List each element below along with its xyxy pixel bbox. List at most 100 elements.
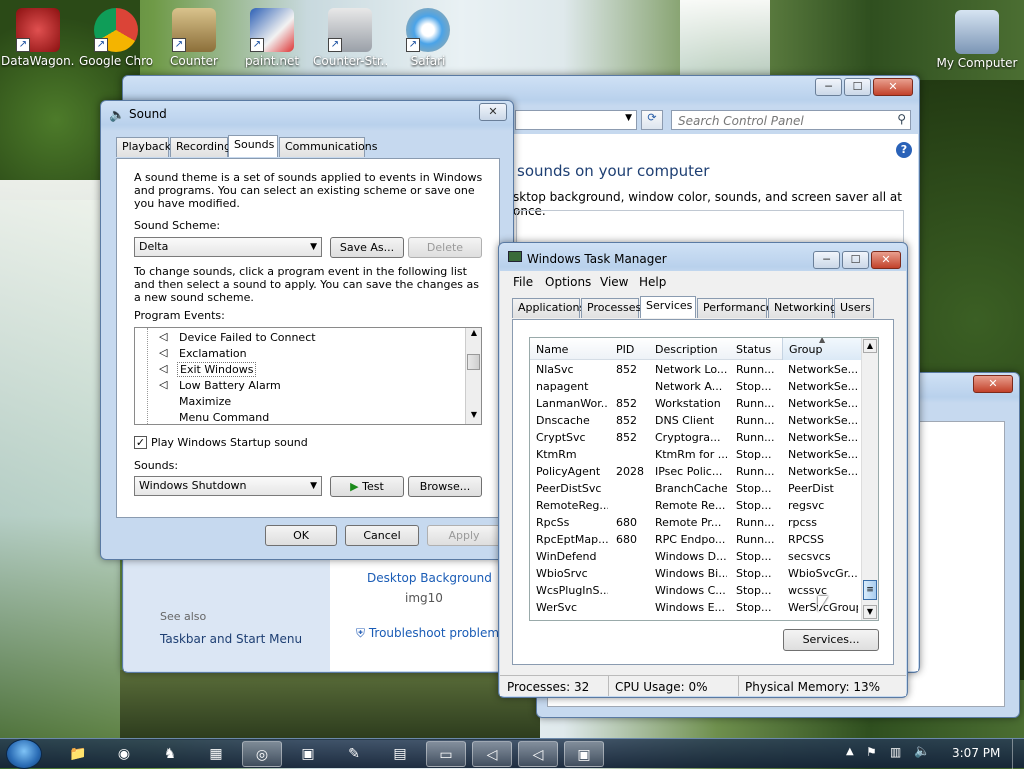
control-panel-close-icon[interactable]: ✕: [873, 78, 913, 96]
help-icon[interactable]: ?: [896, 142, 912, 158]
scroll-up-icon[interactable]: ▲: [466, 328, 481, 342]
task-manager-window[interactable]: Windows Task Manager ─ ☐ ✕ File Options …: [498, 242, 908, 698]
column-pid[interactable]: PID: [616, 343, 634, 356]
desktop-icon-paintnet[interactable]: ↗ paint.net: [235, 8, 309, 68]
desktop-icon-my-computer[interactable]: My Computer: [935, 10, 1019, 70]
column-name[interactable]: Name: [536, 343, 568, 356]
control-panel-maximize-icon[interactable]: ☐: [844, 78, 871, 96]
refresh-icon[interactable]: ⟳: [641, 110, 663, 130]
speaker-icon[interactable]: ◁: [518, 741, 558, 767]
scroll-up-icon[interactable]: ▲: [863, 339, 877, 353]
scroll-down-icon[interactable]: ▼: [466, 410, 481, 424]
counter-strike-icon[interactable]: ♞: [150, 741, 190, 767]
tab-processes[interactable]: Processes: [581, 298, 641, 318]
column-status[interactable]: Status: [736, 343, 771, 356]
menu-view[interactable]: View: [600, 275, 628, 289]
table-row[interactable]: napagent Network A... Stop... NetworkSe...: [530, 379, 860, 396]
table-row[interactable]: RemoteReg... Remote Re... Stop... regsvc: [530, 498, 860, 515]
desktop-icon-safari[interactable]: ↗ Safari: [391, 8, 465, 68]
task-manager-minimize-icon[interactable]: ─: [813, 251, 840, 269]
desktop-icon-counter-strike[interactable]: ↗ Counter-Str...: [313, 8, 387, 68]
services-scrollbar[interactable]: ▲ ≡ ▼: [861, 338, 878, 620]
menu-file[interactable]: File: [513, 275, 533, 289]
start-button[interactable]: [6, 739, 42, 769]
sound-dialog[interactable]: 🔈 Sound ✕ Playback Recording Sounds Comm…: [100, 100, 514, 560]
table-row[interactable]: CryptSvc 852 Cryptogra... Runn... NetworkSe.…: [530, 430, 860, 447]
show-desktop-button[interactable]: [1012, 739, 1024, 769]
table-row[interactable]: RpcEptMap... 680 RPC Endpo... Runn... RPCSS: [530, 532, 860, 549]
tab-services[interactable]: Services: [640, 296, 696, 318]
table-row[interactable]: WcsPlugInS... Windows C... Stop... wcssvc: [530, 583, 860, 600]
desktop-icon-datawagon[interactable]: ↗ DataWagon...: [1, 8, 75, 68]
show-hidden-icons-icon[interactable]: ▲: [846, 746, 854, 757]
services-button[interactable]: Services...: [783, 629, 879, 651]
table-row[interactable]: KtmRm KtmRm for ... Stop... NetworkSe...: [530, 447, 860, 464]
apply-button[interactable]: Apply: [427, 525, 501, 546]
action-center-icon[interactable]: ⚑: [866, 745, 877, 759]
menu-help[interactable]: Help: [639, 275, 666, 289]
scroll-thumb[interactable]: ≡: [863, 580, 877, 600]
table-row[interactable]: NlaSvc 852 Network Lo... Runn... NetworkSe..…: [530, 362, 860, 379]
address-dropdown-icon[interactable]: ▼: [625, 113, 632, 123]
tab-applications[interactable]: Applications: [512, 298, 585, 318]
sound-close-icon[interactable]: ✕: [479, 103, 507, 121]
desktop-icon-counter[interactable]: ↗ Counter: [157, 8, 231, 68]
list-item[interactable]: ◁ Exclamation: [143, 346, 463, 362]
table-row[interactable]: PeerDistSvc BranchCache Stop... PeerDist: [530, 481, 860, 498]
display-icon[interactable]: ▭: [426, 741, 466, 767]
list-item-selected[interactable]: ◁ Exit Windows: [143, 362, 463, 378]
search-input[interactable]: Search Control Panel ⚲: [671, 110, 911, 130]
explorer-icon[interactable]: 📁: [58, 741, 98, 767]
scroll-thumb[interactable]: [467, 354, 480, 370]
table-row[interactable]: WinDefend Windows D... Stop... secsvcs: [530, 549, 860, 566]
counter-icon[interactable]: ▣: [288, 741, 328, 767]
tab-playback[interactable]: Playback: [116, 137, 171, 157]
table-row[interactable]: RpcSs 680 Remote Pr... Runn... rpcss: [530, 515, 860, 532]
table-row[interactable]: LanmanWor... 852 Workstation Runn... Network…: [530, 396, 860, 413]
list-item[interactable]: ◁ Low Battery Alarm: [143, 378, 463, 394]
tab-performance[interactable]: Performance: [697, 298, 773, 318]
startup-checkbox[interactable]: ✓: [134, 436, 147, 449]
task-manager-icon[interactable]: ▣: [564, 741, 604, 767]
table-row[interactable]: WbioSrvc Windows Bi... Stop... WbioSvcGr...: [530, 566, 860, 583]
program-events-list[interactable]: ◁ Device Failed to Connect ◁ Exclamation ◁…: [134, 327, 482, 425]
background-window-close-icon[interactable]: ✕: [973, 375, 1013, 393]
volume-icon[interactable]: 🔈: [914, 744, 930, 759]
events-scrollbar[interactable]: ▲ ▼: [465, 328, 481, 424]
desktop-background-link[interactable]: Desktop Background: [367, 571, 492, 585]
paint-icon[interactable]: ✎: [334, 741, 374, 767]
delete-button[interactable]: Delete: [408, 237, 482, 258]
table-row[interactable]: WerSvc Windows E... Stop... WerSvcGroup: [530, 600, 860, 617]
scroll-down-icon[interactable]: ▼: [863, 605, 877, 619]
tab-recording[interactable]: Recording: [170, 137, 231, 157]
troubleshoot-link[interactable]: ⛨ Troubleshoot problems: [356, 626, 505, 641]
desktop-icon-chrome[interactable]: ↗ Google Chro: [79, 8, 153, 68]
chrome-icon[interactable]: ◉: [104, 741, 144, 767]
notepad-icon[interactable]: ▤: [380, 741, 420, 767]
clock[interactable]: 3:07 PM: [952, 746, 1000, 760]
column-description[interactable]: Description: [655, 343, 718, 356]
speaker-icon[interactable]: ◁: [472, 741, 512, 767]
task-manager-close-icon[interactable]: ✕: [871, 251, 901, 269]
ok-button[interactable]: OK: [265, 525, 337, 546]
task-manager-maximize-icon[interactable]: ☐: [842, 251, 869, 269]
tab-users[interactable]: Users: [834, 298, 874, 318]
menu-options[interactable]: Options: [545, 275, 591, 289]
tab-communications[interactable]: Communications: [279, 137, 377, 157]
network-icon[interactable]: ▥: [890, 745, 901, 759]
browse-button[interactable]: Browse...: [408, 476, 482, 497]
save-as-button[interactable]: Save As...: [330, 237, 404, 258]
test-button[interactable]: ▶ Test: [330, 476, 404, 497]
scheme-select[interactable]: Delta ▼: [134, 237, 322, 257]
tab-networking[interactable]: Networking: [768, 298, 837, 318]
cancel-button[interactable]: Cancel: [345, 525, 419, 546]
safari-icon[interactable]: ◎: [242, 741, 282, 767]
taskbar-link[interactable]: Taskbar and Start Menu: [160, 632, 302, 646]
sound-select[interactable]: Windows Shutdown ▼: [134, 476, 322, 496]
address-bar[interactable]: ▼: [515, 110, 637, 130]
control-panel-icon[interactable]: ▦: [196, 741, 236, 767]
list-item[interactable]: Maximize: [143, 394, 463, 410]
table-row[interactable]: PolicyAgent 2028 IPsec Polic... Runn... Netw…: [530, 464, 860, 481]
list-item[interactable]: ◁ Device Failed to Connect: [143, 330, 463, 346]
services-table[interactable]: Name PID Description Status Group ▲ NlaS…: [529, 337, 879, 621]
